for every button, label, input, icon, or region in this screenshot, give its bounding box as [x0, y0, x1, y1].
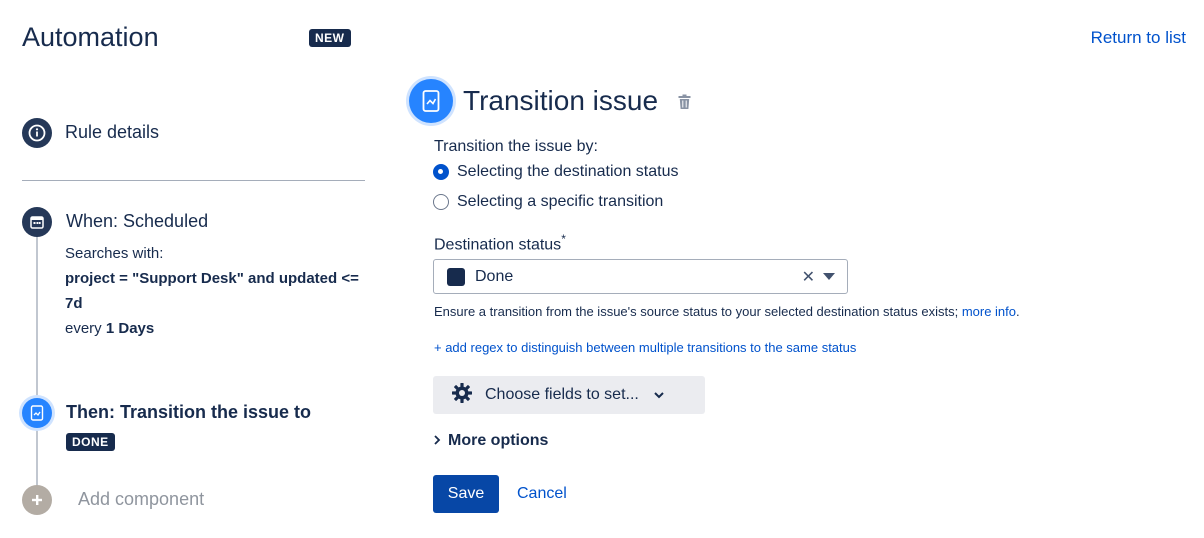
action-title[interactable]: Then: Transition the issue to	[66, 402, 311, 423]
required-mark: *	[561, 232, 566, 246]
return-to-list-link[interactable]: Return to list	[1091, 28, 1186, 48]
radio-specific-transition[interactable]: Selecting a specific transition	[433, 193, 663, 211]
radio-label: Selecting a specific transition	[457, 193, 664, 210]
trigger-summary: Searches with: project = "Support Desk" …	[65, 241, 375, 341]
help-period: .	[1016, 304, 1020, 319]
help-text: Ensure a transition from the issue's sou…	[434, 304, 1020, 319]
gear-icon	[451, 382, 473, 409]
plus-icon[interactable]	[22, 485, 52, 515]
help-text-body: Ensure a transition from the issue's sou…	[434, 304, 959, 319]
transition-issue-icon	[409, 79, 453, 123]
jql-query: project = "Support Desk" and updated <= …	[65, 270, 359, 312]
clear-icon[interactable]: ✕	[802, 267, 815, 287]
add-regex-link[interactable]: + add regex to distinguish between multi…	[434, 340, 856, 355]
chevron-down-icon	[653, 386, 665, 404]
rail-connector	[36, 236, 38, 396]
destination-status-label: Destination status*	[434, 232, 566, 254]
more-options-toggle[interactable]: More options	[433, 432, 548, 450]
status-lozenge: DONE	[66, 433, 115, 451]
divider	[22, 180, 365, 181]
radio-destination-status[interactable]: Selecting the destination status	[433, 163, 678, 181]
rule-details-item[interactable]: Rule details	[65, 122, 159, 143]
radio-unchecked-icon[interactable]	[433, 194, 449, 210]
every-value: 1 Days	[105, 320, 155, 337]
trigger-title[interactable]: When: Scheduled	[66, 211, 208, 232]
calendar-icon[interactable]	[22, 207, 52, 237]
page-title: Automation	[22, 22, 159, 52]
choose-fields-button[interactable]: Choose fields to set...	[433, 376, 705, 414]
destination-status-select[interactable]: Done ✕	[433, 259, 848, 294]
rail-connector	[36, 428, 38, 488]
transition-by-label: Transition the issue by:	[434, 138, 598, 155]
panel-title: Transition issue	[463, 85, 659, 116]
selected-value: Done	[475, 267, 514, 285]
searches-label: Searches with:	[65, 245, 164, 262]
choose-fields-label: Choose fields to set...	[485, 386, 639, 403]
transition-issue-icon[interactable]	[22, 398, 52, 428]
more-info-link[interactable]: more info	[962, 304, 1016, 319]
radio-checked-icon[interactable]	[433, 164, 449, 180]
chevron-down-icon[interactable]	[823, 273, 835, 280]
add-component-button[interactable]: Add component	[78, 489, 204, 510]
trash-icon[interactable]	[678, 94, 691, 115]
more-options-label: More options	[448, 432, 549, 449]
destination-label-text: Destination status	[434, 236, 562, 254]
every-prefix: every	[65, 320, 102, 337]
cancel-button[interactable]: Cancel	[517, 485, 567, 503]
radio-label: Selecting the destination status	[457, 163, 679, 180]
new-badge: NEW	[309, 29, 351, 47]
info-icon[interactable]	[22, 118, 52, 148]
status-color-swatch	[447, 267, 465, 286]
chevron-right-icon	[433, 434, 441, 448]
save-button[interactable]: Save	[433, 475, 499, 513]
